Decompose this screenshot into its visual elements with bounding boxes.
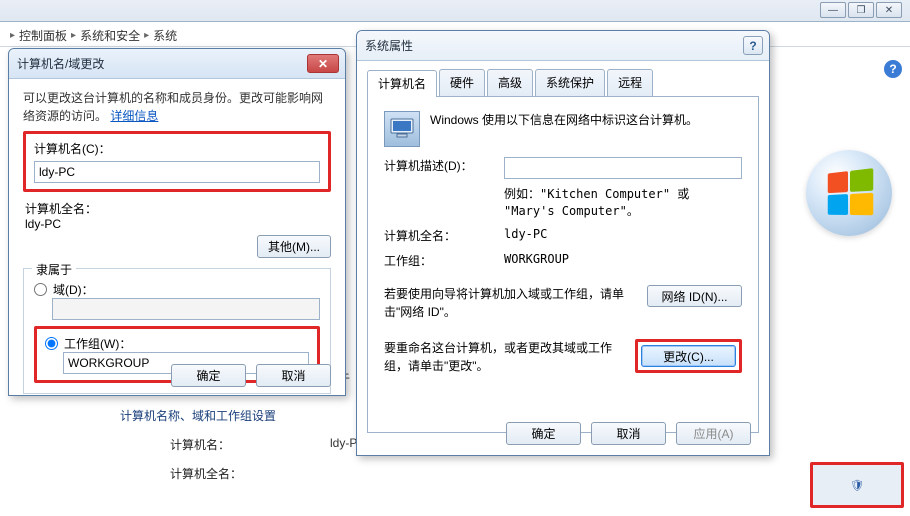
breadcrumb-system[interactable]: 系统 [153, 27, 177, 44]
minimize-button[interactable]: — [820, 2, 846, 18]
tab-panel-computer-name: Windows 使用以下信息在网络中标识这台计算机。 计算机描述(D)： 例如：… [367, 97, 759, 433]
breadcrumb-control-panel[interactable]: 控制面板 [19, 27, 67, 44]
intro-text: Windows 使用以下信息在网络中标识这台计算机。 [430, 111, 742, 147]
other-button[interactable]: 其他(M)... [257, 235, 331, 258]
computer-icon [384, 111, 420, 147]
description-example: 例如："Kitchen Computer" 或 "Mary's Computer… [504, 185, 742, 219]
tab-system-protection[interactable]: 系统保护 [535, 69, 605, 96]
computer-name-domain-change-dialog: 计算机名/域更改 ✕ 可以更改这台计算机的名称和成员身份。更改可能影响网络资源的… [8, 48, 346, 396]
highlight-change-button: 更改(C)... [635, 339, 742, 373]
tab-advanced[interactable]: 高级 [487, 69, 533, 96]
system-properties-dialog: 系统属性 ? 计算机名 硬件 高级 系统保护 远程 Windows 使用以下信息… [356, 30, 770, 456]
highlight-computer-name: 计算机名(C)： [23, 131, 331, 192]
chevron-right-icon: ▸ [10, 30, 15, 41]
full-name-value: ldy-PC [25, 217, 331, 231]
ok-button[interactable]: 确定 [171, 364, 246, 387]
help-icon[interactable]: ? [743, 36, 763, 55]
breadcrumb-system-security[interactable]: 系统和安全 [80, 27, 140, 44]
help-icon[interactable]: ? [884, 60, 902, 78]
ok-button[interactable]: 确定 [506, 422, 581, 445]
window-titlebar: — ❐ ✕ [0, 0, 910, 22]
chevron-right-icon: ▸ [71, 30, 76, 41]
close-button[interactable]: ✕ [876, 2, 902, 18]
computer-name-input[interactable] [34, 161, 320, 183]
workgroup-radio[interactable] [45, 337, 58, 350]
dialog-title-text: 系统属性 [365, 37, 413, 54]
domain-input [52, 298, 320, 320]
dialog-title[interactable]: 系统属性 ? [357, 31, 769, 61]
workgroup-radio-label: 工作组(W)： [64, 335, 131, 352]
change-text: 要重命名这台计算机，或者更改其域或工作组，请单击"更改"。 [384, 339, 625, 375]
details-link[interactable]: 详细信息 [110, 109, 158, 123]
cancel-button[interactable]: 取消 [591, 422, 666, 445]
chevron-right-icon: ▸ [144, 30, 149, 41]
tab-remote[interactable]: 远程 [607, 69, 653, 96]
network-id-button[interactable]: 网络 ID(N)... [647, 285, 742, 307]
close-icon[interactable]: ✕ [307, 54, 339, 73]
apply-button: 应用(A) [676, 422, 751, 445]
description-label: 计算机描述(D)： [384, 157, 504, 174]
shield-icon: 🛡 [850, 479, 864, 492]
full-name-label: 计算机全名： [384, 227, 504, 244]
change-button[interactable]: 更改(C)... [641, 345, 736, 367]
domain-radio-label: 域(D)： [53, 281, 94, 298]
computer-name-label: 计算机名(C)： [34, 140, 320, 157]
highlight-bottom-right: 🛡 [810, 462, 904, 508]
workgroup-value: WORKGROUP [504, 252, 742, 266]
cancel-button[interactable]: 取消 [256, 364, 331, 387]
network-id-text: 若要使用向导将计算机加入域或工作组，请单击"网络 ID"。 [384, 285, 637, 321]
tabs: 计算机名 硬件 高级 系统保护 远程 [367, 69, 759, 97]
full-name-label: 计算机全名： [170, 465, 330, 482]
workgroup-label: 工作组： [384, 252, 504, 269]
computer-name-label: 计算机名： [170, 436, 330, 453]
dialog-title-text: 计算机名/域更改 [17, 55, 104, 72]
group-title: 隶属于 [32, 261, 76, 278]
windows-logo-icon [806, 150, 892, 236]
description-input[interactable] [504, 157, 742, 179]
dialog-title[interactable]: 计算机名/域更改 ✕ [9, 49, 345, 79]
tab-hardware[interactable]: 硬件 [439, 69, 485, 96]
full-name-label: 计算机全名： [25, 200, 331, 217]
tab-computer-name[interactable]: 计算机名 [367, 70, 437, 97]
dialog-description: 可以更改这台计算机的名称和成员身份。更改可能影响网络资源的访问。 详细信息 [23, 89, 331, 125]
maximize-button[interactable]: ❐ [848, 2, 874, 18]
domain-radio[interactable] [34, 283, 47, 296]
full-name-value: ldy-PC [504, 227, 742, 241]
